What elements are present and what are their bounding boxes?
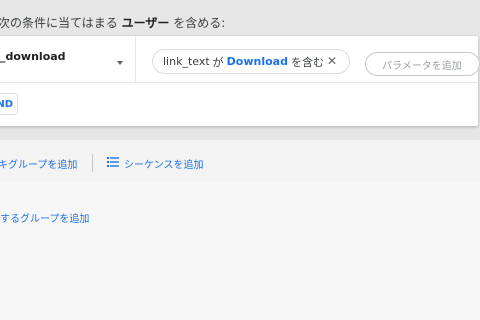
event-name-value: _download [0,50,66,63]
heading-subject: ユーザー [121,16,170,30]
add-parameter-button[interactable]: パラメータを追加 [365,52,480,76]
exclude-panel: するグループを追加 [0,182,480,320]
condition-card: _download link_text が Download を含む ✕ パラメ… [0,36,480,126]
parameter-filter-chip[interactable]: link_text が Download を含む ✕ [152,49,350,74]
chip-value: Download [226,55,288,68]
add-parameter-label: パラメータを追加 [382,60,462,72]
and-button[interactable]: ND [0,93,18,115]
chip-param-name: link_text [163,55,210,68]
condition-band: 次の条件に当てはまる ユーザー を含める: _download link_tex… [0,0,480,172]
heading-suffix: を含める: [173,16,226,30]
heading-prefix: 次の条件に当てはまる [0,16,118,30]
actions-separator [92,154,93,172]
caret-down-icon[interactable] [117,61,123,65]
add-sequence-link[interactable]: シーケンスを追加 [124,156,204,171]
close-icon[interactable]: ✕ [327,54,337,68]
card-divider-vertical [135,36,136,82]
group-actions-row: キグループを追加 シーケンスを追加 [0,148,480,174]
chip-operator: を含む [290,55,324,69]
sequence-list-icon [107,157,119,167]
event-name-select[interactable]: _download [0,50,66,63]
chip-particle: が [212,55,224,69]
and-label: ND [0,98,13,110]
card-divider-horizontal [0,82,478,83]
add-group-link[interactable]: キグループを追加 [0,156,77,171]
condition-heading: 次の条件に当てはまる ユーザー を含める: [0,14,225,31]
add-exclude-group-link[interactable]: するグループを追加 [0,210,89,225]
